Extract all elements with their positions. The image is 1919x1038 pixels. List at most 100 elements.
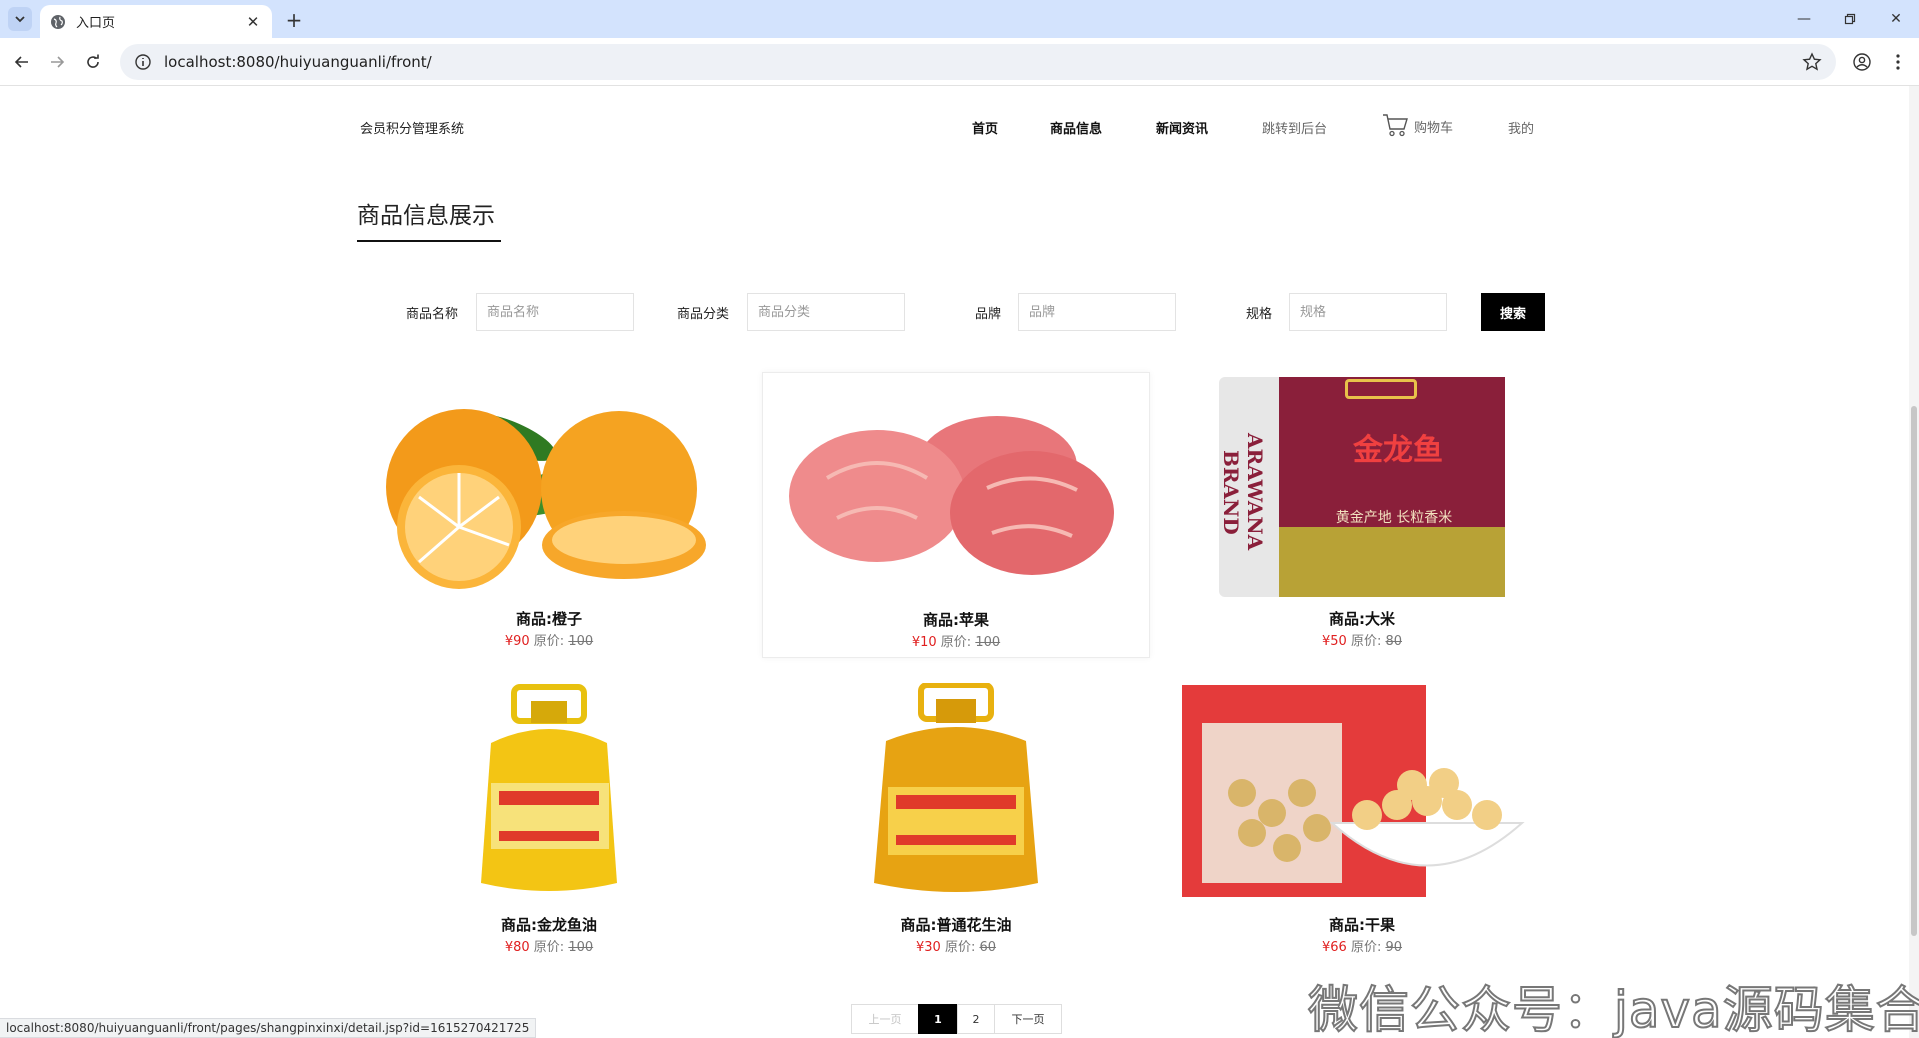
oil-bottle-image[interactable] [762,678,1150,908]
product-name[interactable]: 商品:普通花生油 [762,914,1150,935]
nuts-image[interactable] [1168,678,1556,908]
product-price: ¥50 原价: 80 [1168,630,1556,649]
category-input[interactable] [747,293,905,331]
nav-home[interactable]: 首页 [972,118,998,137]
watermark: 微信公众号：java源码集合 [1307,980,1919,1038]
spec-input[interactable] [1289,293,1447,331]
brand-label: 品牌 [975,307,1002,322]
category-label: 商品分类 [677,307,730,322]
page-scrollbar[interactable] [1909,86,1919,1038]
bag-handle [1345,379,1417,399]
globe-icon [51,14,65,29]
nav-mine[interactable]: 我的 [1508,118,1534,137]
restore-icon [1844,13,1856,25]
product-name[interactable]: 商品:大米 [1168,608,1556,629]
product-price: ¥66 原价: 90 [1168,936,1556,955]
product-price: ¥10 原价: 100 [763,631,1149,650]
product-card[interactable]: 商品:金龙鱼油 ¥80 原价: 100 [355,678,743,964]
prev-page-button[interactable]: 上一页 [851,1004,919,1034]
page-content: 会员积分管理系统 首页 商品信息 新闻资讯 跳转到后台 购物车 我的 商品信息展… [0,86,1919,1038]
oil-bottle-image[interactable] [355,678,743,908]
restore-button[interactable] [1827,0,1873,38]
nav-cart[interactable]: 购物车 [1382,112,1453,138]
current-price: ¥90 [504,634,530,649]
site-info-icon[interactable] [134,53,152,71]
bookmark-star-icon[interactable] [1802,52,1822,72]
product-price: ¥80 原价: 100 [355,936,743,955]
tab-search-dropdown[interactable] [8,7,32,31]
current-price: ¥66 [1321,940,1347,955]
status-bar-url: localhost:8080/huiyuanguanli/front/pages… [0,1018,537,1038]
product-price: ¥90 原价: 100 [355,630,743,649]
page-2-button[interactable]: 2 [957,1004,995,1034]
current-price: ¥10 [911,635,937,650]
nav-admin[interactable]: 跳转到后台 [1262,118,1327,137]
tab-title: 入口页 [76,16,116,31]
apple-image[interactable] [763,373,1151,603]
original-price-label: 原价: [1350,634,1382,649]
spec-label: 规格 [1246,307,1273,322]
rice-bag-image[interactable]: 金龙鱼 黄金产地 长粒香米 ARAWANA BRAND [1168,372,1556,602]
cart-label: 购物车 [1414,121,1454,136]
product-name-label: 商品名称 [406,307,459,322]
nav-products[interactable]: 商品信息 [1050,118,1102,137]
product-card[interactable]: 金龙鱼 黄金产地 长粒香米 ARAWANA BRAND 商品:大米 ¥50 原价… [1168,372,1556,658]
bag-side-text: ARAWANA BRAND [1219,433,1267,551]
browser-tab[interactable]: 入口页 ✕ [40,5,272,38]
next-page-button[interactable]: 下一页 [994,1004,1062,1034]
product-card[interactable]: 商品:干果 ¥66 原价: 90 [1168,678,1556,964]
close-tab-icon[interactable]: ✕ [244,13,262,31]
original-price: 100 [975,635,1001,650]
chevron-down-icon [15,16,25,23]
product-card[interactable]: 商品:橙子 ¥90 原价: 100 [355,372,743,658]
browser-tab-strip: 入口页 ✕ + — ✕ [0,0,1919,38]
minimize-button[interactable]: — [1781,0,1827,38]
product-name[interactable]: 商品:苹果 [763,609,1149,630]
original-price-label: 原价: [1350,940,1382,955]
bag-sub-text: 黄金产地 长粒香米 [1335,510,1453,526]
original-price-label: 原价: [533,940,565,955]
product-price: ¥30 原价: 60 [762,936,1150,955]
section-title: 商品信息展示 [357,196,501,242]
original-price: 80 [1385,634,1403,649]
brand-input[interactable] [1018,293,1176,331]
product-name[interactable]: 商品:橙子 [355,608,743,629]
bag-bottom-band [1279,527,1505,597]
url-text[interactable]: localhost:8080/huiyuanguanli/front/ [164,53,1802,71]
original-price-label: 原价: [940,635,972,650]
product-card[interactable]: 商品:普通花生油 ¥30 原价: 60 [762,678,1150,964]
original-price: 100 [568,634,594,649]
address-bar[interactable]: localhost:8080/huiyuanguanli/front/ [120,44,1836,80]
more-menu-icon[interactable] [1886,50,1910,74]
current-price: ¥30 [915,940,941,955]
forward-icon[interactable] [45,50,69,74]
profile-icon[interactable] [1850,50,1874,74]
site-header: 会员积分管理系统 首页 商品信息 新闻资讯 跳转到后台 购物车 我的 [360,112,1540,142]
page-1-button[interactable]: 1 [918,1004,958,1034]
search-button[interactable]: 搜索 [1481,293,1545,331]
product-card[interactable]: 商品:苹果 ¥10 原价: 100 [762,372,1150,658]
scrollbar-thumb[interactable] [1911,406,1917,936]
original-price: 60 [979,940,997,955]
product-name-input[interactable] [476,293,634,331]
new-tab-button[interactable]: + [282,8,306,32]
browser-toolbar: localhost:8080/huiyuanguanli/front/ [0,38,1919,86]
rice-bag: 金龙鱼 黄金产地 长粒香米 ARAWANA BRAND [1219,377,1505,597]
shopping-cart-icon [1383,114,1408,137]
original-price: 90 [1385,940,1403,955]
orange-image[interactable] [355,372,743,602]
nav-news[interactable]: 新闻资讯 [1156,118,1208,137]
product-name[interactable]: 商品:干果 [1168,914,1556,935]
product-name[interactable]: 商品:金龙鱼油 [355,914,743,935]
site-brand[interactable]: 会员积分管理系统 [360,118,464,137]
search-form: 商品名称 商品分类 品牌 规格 搜索 [300,293,1550,331]
original-price-label: 原价: [533,634,565,649]
current-price: ¥80 [504,940,530,955]
original-price: 100 [568,940,594,955]
bag-brand-text: 金龙鱼 [1353,433,1443,468]
reload-icon[interactable] [81,50,105,74]
close-window-button[interactable]: ✕ [1873,0,1919,38]
pagination: 上一页 1 2 下一页 [851,1004,1062,1034]
back-icon[interactable] [10,50,34,74]
current-price: ¥50 [1321,634,1347,649]
